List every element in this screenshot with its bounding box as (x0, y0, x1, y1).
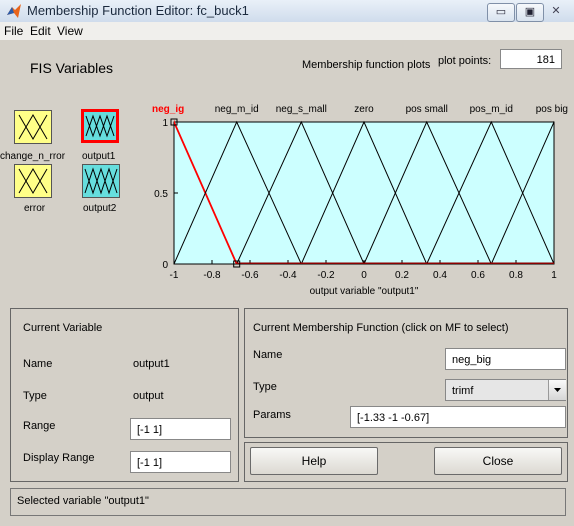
var-name-value: output1 (133, 358, 170, 370)
help-button[interactable]: Help (250, 447, 378, 475)
menu-bar: File Edit View (0, 22, 574, 40)
plot-points-label: plot points: (438, 55, 492, 67)
fis-var-output2[interactable] (82, 164, 120, 198)
x-tick-label: -0.6 (241, 270, 259, 281)
minimize-button[interactable]: ▭ (487, 3, 515, 22)
fis-var-change-error[interactable] (14, 110, 52, 144)
x-tick-label: -0.4 (279, 270, 297, 281)
var-type-value: output (133, 390, 164, 402)
var-name-label: Name (23, 358, 53, 370)
var-display-range-input[interactable]: [-1 1] (130, 451, 231, 473)
mf-output-icon (85, 114, 115, 138)
mf-label[interactable]: zero (354, 104, 374, 115)
mf-label[interactable]: neg_m_id (215, 104, 259, 115)
mf-params-input[interactable]: [-1.33 -1 -0.67] (350, 406, 566, 428)
var-range-input[interactable]: [-1 1] (130, 418, 231, 440)
mf-name-label: Name (253, 349, 283, 361)
mf-type-value: trimf (452, 385, 474, 397)
status-bar: Selected variable "output1" (10, 488, 566, 516)
y-tick-label: 0.5 (154, 189, 168, 200)
menu-edit[interactable]: Edit (30, 24, 51, 38)
status-text: Selected variable "output1" (17, 495, 149, 507)
maximize-button[interactable]: ▣ (516, 3, 544, 22)
mf-label[interactable]: pos big (536, 104, 568, 115)
mf-type-label: Type (253, 381, 277, 393)
x-tick-label: 0.8 (509, 270, 523, 281)
x-tick-label: -1 (170, 270, 179, 281)
close-button[interactable]: Close (434, 447, 562, 475)
menu-file[interactable]: File (4, 24, 23, 38)
var-display-range-label: Display Range (23, 452, 95, 464)
x-tick-label: 0 (361, 270, 367, 281)
mf-params-label: Params (253, 409, 291, 421)
x-tick-label: -0.8 (203, 270, 221, 281)
x-tick-label: 0.6 (471, 270, 485, 281)
fis-var-label: change_n_rror (0, 151, 66, 162)
mf-label[interactable]: neg_s_mall (276, 104, 327, 115)
fis-var-error[interactable] (14, 164, 52, 198)
plot-points-input[interactable]: 181 (500, 49, 562, 69)
plot-background (173, 121, 555, 265)
chevron-down-icon (554, 388, 561, 392)
fis-var-label: output1 (82, 151, 116, 162)
current-variable-title: Current Variable (23, 322, 103, 334)
window-title: Membership Function Editor: fc_buck1 (27, 3, 249, 18)
menu-view[interactable]: View (57, 24, 83, 38)
var-type-label: Type (23, 390, 47, 402)
plot-title: Membership function plots (302, 59, 431, 71)
x-tick-label: -0.2 (317, 270, 335, 281)
current-mf-title: Current Membership Function (click on MF… (253, 322, 509, 334)
fis-var-label: error (24, 203, 46, 214)
dropdown-button[interactable] (548, 380, 566, 400)
fis-variables-title: FIS Variables (30, 60, 113, 76)
var-range-label: Range (23, 420, 56, 432)
mf-label[interactable]: neg_ig (152, 104, 184, 115)
x-tick-label: 0.2 (395, 270, 409, 281)
mf-output-icon (84, 167, 118, 195)
close-window-button[interactable]: ✕ (545, 3, 567, 20)
x-tick-label: 0.4 (433, 270, 447, 281)
title-bar[interactable]: Membership Function Editor: fc_buck1 ▭ ▣… (0, 0, 574, 23)
matlab-icon (7, 4, 21, 18)
mf-label[interactable]: pos_m_id (470, 104, 513, 115)
fis-var-output1[interactable] (81, 109, 119, 143)
y-tick-label: 0 (162, 260, 168, 271)
fis-var-label: output2 (83, 203, 117, 214)
x-tick-label: 1 (551, 270, 557, 281)
mf-plot[interactable]: -1 -0.8 -0.6 -0.4 -0.2 0 0.2 0.4 0.6 0.8 1 0 0.5 1 neg… (150, 98, 574, 306)
mf-label[interactable]: pos small (406, 104, 448, 115)
mf-name-input[interactable]: neg_big (445, 348, 566, 370)
x-axis-label: output variable "output1" (310, 286, 419, 297)
y-tick-label: 1 (162, 118, 168, 129)
mf-input-icon (18, 168, 48, 194)
mf-input-icon (18, 114, 48, 140)
